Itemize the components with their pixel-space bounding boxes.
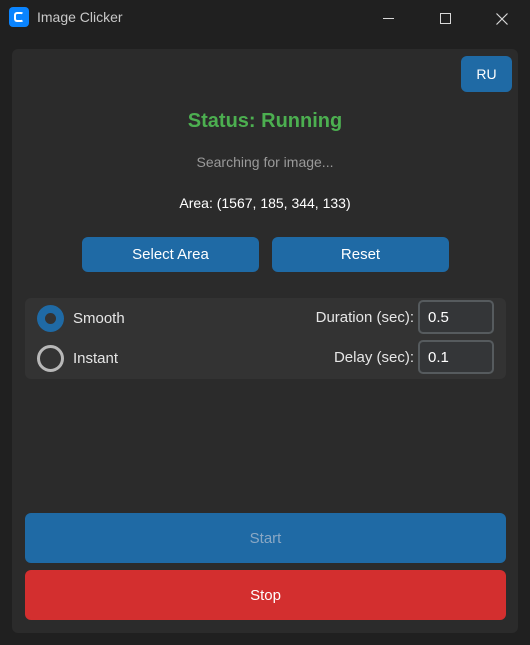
options-frame: Smooth Instant Duration (sec): 0.5 Delay… (25, 298, 506, 379)
stop-button[interactable]: Stop (25, 570, 506, 620)
close-icon (496, 12, 508, 25)
radio-smooth-label: Smooth (73, 309, 125, 327)
status-message: Searching for image... (196, 154, 334, 170)
radio-unselected-icon[interactable] (37, 344, 64, 372)
maximize-button[interactable] (417, 0, 473, 37)
reset-button[interactable]: Reset (272, 237, 449, 272)
minimize-button[interactable] (360, 0, 416, 37)
window-title: Image Clicker (37, 9, 123, 25)
radio-instant-label: Instant (73, 349, 119, 367)
main-panel: RU Status: Running Searching for image..… (12, 49, 518, 633)
radio-selected-icon[interactable] (37, 304, 64, 332)
delay-input[interactable]: 0.1 (418, 340, 494, 374)
minimize-icon (382, 18, 394, 19)
delay-label: Delay (sec): (333, 349, 414, 366)
maximize-icon (439, 13, 451, 24)
start-button[interactable]: Start (25, 513, 506, 563)
title-bar: Image Clicker (0, 0, 530, 37)
duration-label: Duration (sec): (315, 309, 414, 326)
app-icon (9, 7, 29, 27)
select-area-button[interactable]: Select Area (82, 237, 259, 272)
radio-instant[interactable]: Instant (37, 344, 118, 372)
close-button[interactable] (474, 0, 530, 37)
radio-smooth[interactable]: Smooth (37, 304, 125, 332)
status-title: Status: Running (187, 110, 343, 132)
language-button[interactable]: RU (461, 56, 512, 92)
area-readout: Area: (1567, 185, 344, 133) (179, 195, 351, 211)
duration-input[interactable]: 0.5 (418, 300, 494, 334)
